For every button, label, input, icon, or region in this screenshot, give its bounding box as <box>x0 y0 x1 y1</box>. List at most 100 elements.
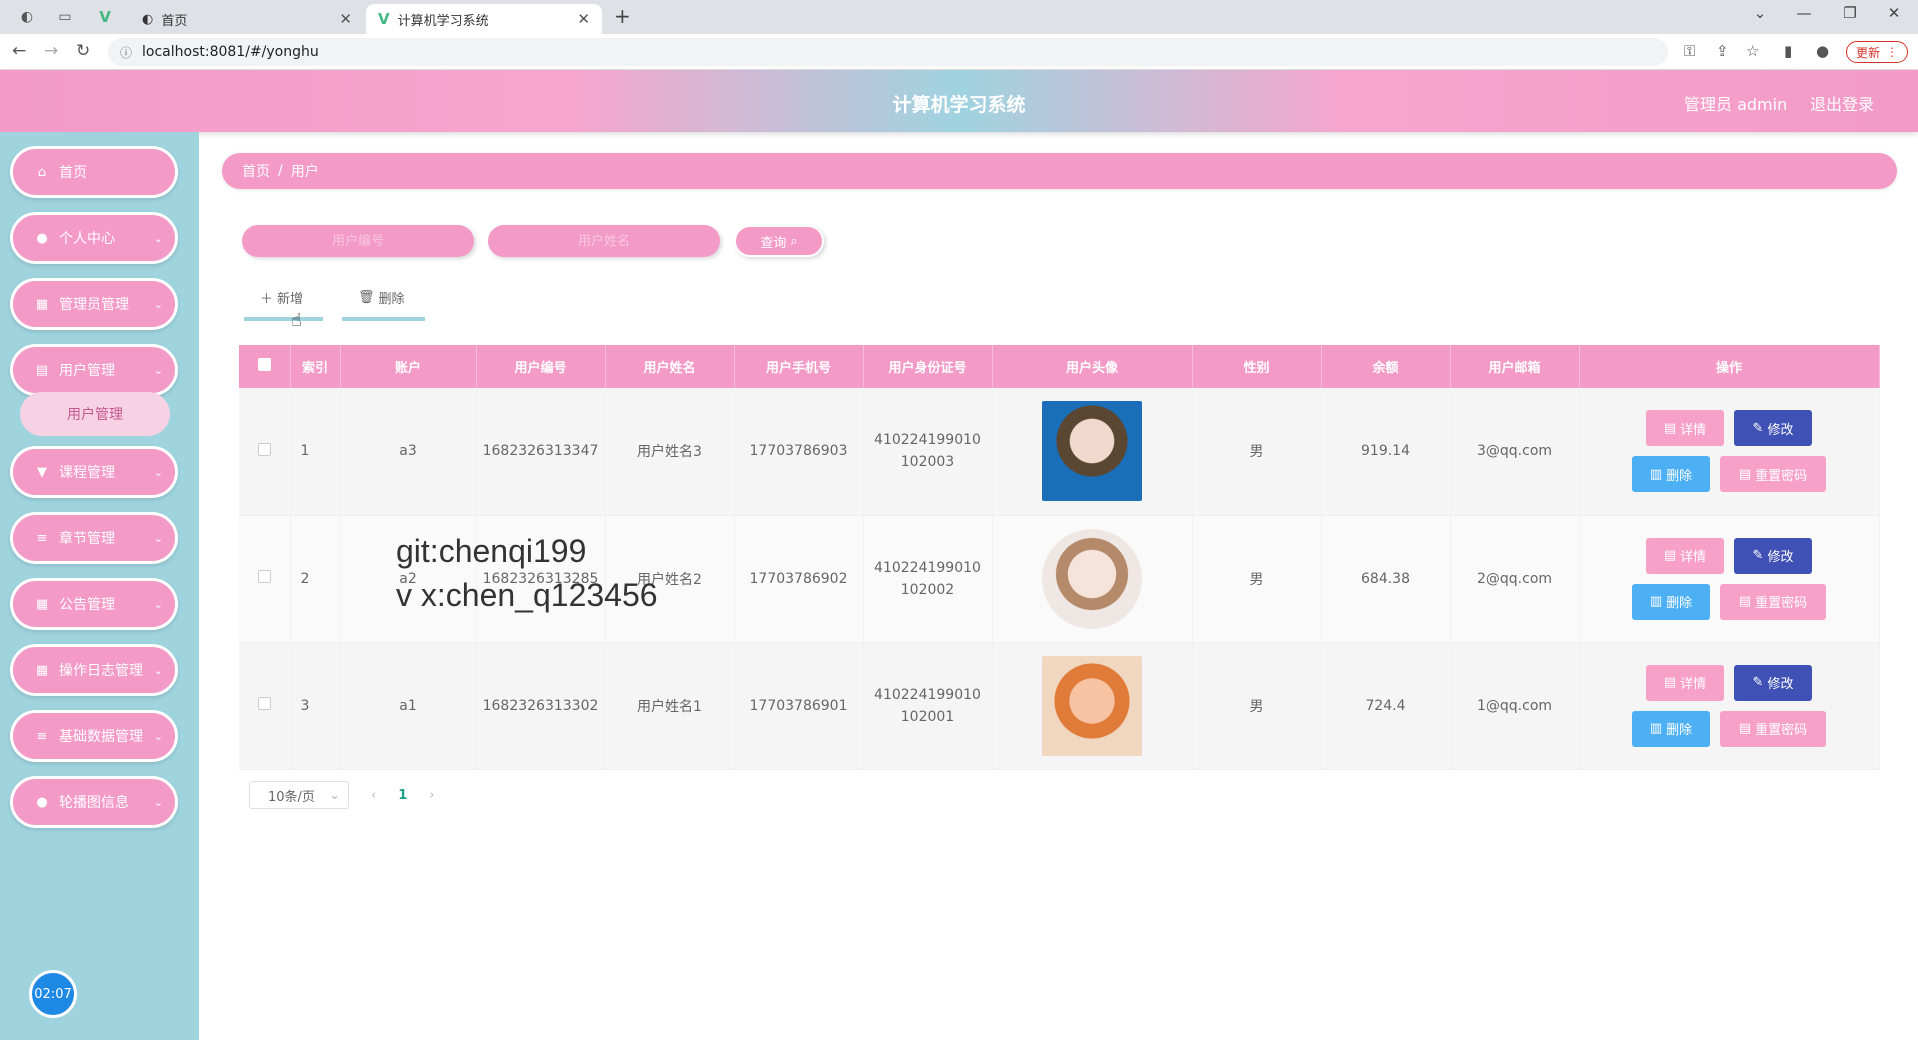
user-code-search-input[interactable] <box>242 225 474 257</box>
logout-button[interactable]: 退出登录 <box>1810 91 1874 115</box>
edit-button[interactable]: ✎ 修改 <box>1734 664 1812 701</box>
star-icon[interactable]: ☆ <box>1746 42 1759 60</box>
edit-button[interactable]: ✎ 修改 <box>1734 410 1812 447</box>
back-icon[interactable]: ← <box>12 41 26 61</box>
delete-button[interactable]: ▥ 删除 <box>1632 583 1710 620</box>
batch-delete-button[interactable]: 🗑 删除 <box>342 288 424 321</box>
cell-name: 用户姓名3 <box>605 388 735 516</box>
delete-button[interactable]: ▥ 删除 <box>1632 710 1710 747</box>
share-icon[interactable]: ⇪ <box>1716 42 1729 60</box>
current-page[interactable]: 1 <box>398 788 407 803</box>
sidebar-item-carousel[interactable]: ● 轮播图信息 ⌄ <box>10 776 178 828</box>
cell-idcard: 410224199010102001 <box>863 642 993 770</box>
cell-gender: 男 <box>1192 642 1322 770</box>
key-icon[interactable]: ⚿ <box>1684 42 1695 60</box>
delete-label: 删除 <box>1666 468 1693 484</box>
url-input[interactable]: ⓘ localhost:8081/#/yonghu <box>108 38 1668 66</box>
page-size-select[interactable]: 10条/页 ⌄ <box>249 781 349 809</box>
cell-avatar <box>992 642 1193 770</box>
cell-index: 2 <box>290 515 341 643</box>
sidebar-item-users[interactable]: ▤ 用户管理 ⌄ <box>10 344 178 396</box>
cell-avatar <box>992 515 1193 643</box>
vue-tab-icon[interactable]: V <box>92 6 118 28</box>
minimize-icon[interactable]: — <box>1784 4 1824 22</box>
tab-label: 首页 <box>161 13 188 29</box>
plus-icon: ＋ <box>260 292 274 307</box>
update-button[interactable]: 更新 ⋮ <box>1846 41 1908 63</box>
pencil-icon: ✎ <box>1752 675 1764 690</box>
edit-button[interactable]: ✎ 修改 <box>1734 537 1812 574</box>
chevron-down-icon: ⌄ <box>153 597 163 611</box>
tab-favicon[interactable]: ▭ <box>52 6 78 28</box>
timer-badge[interactable]: 02:07 <box>29 970 77 1018</box>
sidebar-item-notices[interactable]: ▦ 公告管理 ⌄ <box>10 578 178 630</box>
reset-password-button[interactable]: ▤ 重置密码 <box>1720 456 1826 493</box>
trash-icon: 🗑 <box>358 290 375 305</box>
detail-label: 详情 <box>1680 550 1707 565</box>
prev-page-icon[interactable]: ‹ <box>371 788 376 803</box>
document-icon: ▤ <box>1738 466 1752 482</box>
vue-icon: V <box>378 10 390 28</box>
cell-balance: 724.4 <box>1321 642 1451 770</box>
user-avatar <box>1042 655 1142 756</box>
add-label: 新增 <box>277 292 304 307</box>
sidebar-item-basedata[interactable]: ≡ 基础数据管理 ⌄ <box>10 710 178 762</box>
sidebar-item-courses[interactable]: ▼ 课程管理 ⌄ <box>10 446 178 498</box>
delete-button[interactable]: ▥ 删除 <box>1632 456 1710 493</box>
close-icon[interactable]: ✕ <box>577 10 590 28</box>
sidebar-item-admin[interactable]: ▦ 管理员管理 ⌄ <box>10 278 178 330</box>
chevron-down-icon: ⌄ <box>153 297 163 311</box>
cell-index: 1 <box>290 388 341 516</box>
breadcrumb-home[interactable]: 首页 <box>242 161 270 181</box>
tab-favicon[interactable]: ◐ <box>14 6 40 28</box>
cell-balance: 684.38 <box>1321 515 1451 643</box>
column-header: 用户手机号 <box>734 345 864 388</box>
column-header: 性别 <box>1192 345 1322 388</box>
table-row: 3 a1 1682326313302 用户姓名1 17703786901 410… <box>239 642 1880 770</box>
update-label: 更新 <box>1855 45 1880 60</box>
tab-label: 计算机学习系统 <box>397 13 489 29</box>
sidebar-item-home[interactable]: ⌂ 首页 <box>10 146 178 198</box>
app-title: 计算机学习系统 <box>892 94 1026 116</box>
chevron-down-icon[interactable]: ⌄ <box>1740 4 1780 22</box>
search-button[interactable]: 查询 ⌕ <box>734 225 824 257</box>
select-all-checkbox[interactable] <box>239 345 291 388</box>
forward-icon[interactable]: → <box>44 41 58 61</box>
detail-button[interactable]: ▤ 详情 <box>1646 410 1724 447</box>
row-checkbox[interactable] <box>239 642 291 770</box>
cell-email: 3@qq.com <box>1450 388 1580 516</box>
sidebar-item-chapters[interactable]: ≡ 章节管理 ⌄ <box>10 512 178 564</box>
chevron-down-icon: ⌄ <box>153 795 163 809</box>
cell-operations: ▤ 详情 ✎ 修改 ▥ 删除 ▤ 重置密码 <box>1579 388 1880 516</box>
reset-password-button[interactable]: ▤ 重置密码 <box>1720 583 1826 620</box>
detail-button[interactable]: ▤ 详情 <box>1646 664 1724 701</box>
reset-password-button[interactable]: ▤ 重置密码 <box>1720 710 1826 747</box>
sidebar-item-label: 个人中心 <box>59 231 115 247</box>
new-tab-icon[interactable]: + <box>614 4 631 28</box>
user-name-search-input[interactable] <box>488 225 720 257</box>
restore-icon[interactable]: ❐ <box>1830 4 1870 22</box>
next-page-icon[interactable]: › <box>429 788 434 803</box>
cell-operations: ▤ 详情 ✎ 修改 ▥ 删除 ▤ 重置密码 <box>1579 642 1880 770</box>
browser-tab[interactable]: ◐ 首页 ✕ <box>130 4 364 34</box>
cell-phone: 17703786902 <box>734 515 864 643</box>
detail-button[interactable]: ▤ 详情 <box>1646 537 1724 574</box>
watermark-line: git:chenqi199 <box>396 533 587 569</box>
row-checkbox[interactable] <box>239 388 291 516</box>
close-window-icon[interactable]: ✕ <box>1874 4 1914 22</box>
column-header: 余额 <box>1321 345 1451 388</box>
browser-tab-active[interactable]: V 计算机学习系统 ✕ <box>366 4 602 34</box>
cell-account: a3 <box>340 388 477 516</box>
profile-icon[interactable]: ● <box>1816 42 1829 60</box>
reload-icon[interactable]: ↻ <box>76 41 90 61</box>
sidebar-item-profile[interactable]: ● 个人中心 ⌄ <box>10 212 178 264</box>
pagination: 10条/页 ⌄ ‹ 1 › <box>249 781 434 809</box>
close-icon[interactable]: ✕ <box>339 10 352 28</box>
sidebar-item-logs[interactable]: ▦ 操作日志管理 ⌄ <box>10 644 178 696</box>
submenu-item-users[interactable]: 用户管理 <box>20 392 170 436</box>
clipboard-icon: ▤ <box>35 362 49 378</box>
pencil-icon: ✎ <box>1752 420 1764 436</box>
watermark-text: git:chenqi199 v x:chen_q123456 <box>396 529 658 617</box>
row-checkbox[interactable] <box>239 515 291 643</box>
sidepanel-icon[interactable]: ▮ <box>1784 42 1792 60</box>
